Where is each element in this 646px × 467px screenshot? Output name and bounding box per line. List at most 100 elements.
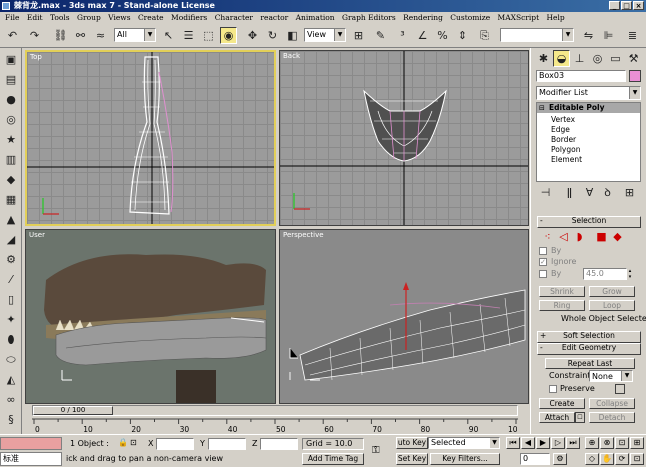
menu-character[interactable]: Character bbox=[215, 13, 253, 22]
angle-spinner-field[interactable]: 45.0 bbox=[583, 268, 627, 280]
current-frame-field[interactable]: 0 bbox=[520, 453, 550, 465]
create-torus-knot-icon[interactable]: ∞ bbox=[3, 392, 19, 408]
track-bar[interactable]: 0 10 20 30 40 50 60 70 80 90 100 bbox=[32, 417, 518, 433]
field-of-view-icon[interactable]: ◇ bbox=[585, 453, 599, 465]
ring-button[interactable]: Ring bbox=[539, 300, 585, 311]
create-hedra-icon[interactable]: ✦ bbox=[3, 312, 19, 328]
menu-animation[interactable]: Animation bbox=[296, 13, 335, 22]
modify-tab-icon[interactable]: ◒ bbox=[553, 50, 570, 67]
edge-mode-icon[interactable]: ◁ bbox=[555, 228, 572, 245]
time-slider-thumb[interactable]: 0 / 100 bbox=[33, 406, 113, 415]
create-spindle-icon[interactable]: ⬭ bbox=[3, 352, 19, 368]
angle-spinner-arrows-icon[interactable]: ▴ ▾ bbox=[627, 268, 633, 280]
object-color-swatch[interactable] bbox=[629, 70, 641, 82]
x-coordinate-field[interactable] bbox=[156, 438, 194, 450]
motion-tab-icon[interactable]: ◎ bbox=[589, 50, 606, 67]
create-cone-icon[interactable]: ◢ bbox=[3, 232, 19, 248]
angle-snap-icon[interactable]: ∠ bbox=[414, 27, 431, 44]
menu-views[interactable]: Views bbox=[108, 13, 130, 22]
create-stack-icon[interactable]: ▦ bbox=[3, 192, 19, 208]
collapse-button[interactable]: Collapse bbox=[589, 398, 635, 409]
stack-item-border[interactable]: Border bbox=[551, 135, 576, 144]
absolute-mode-icon[interactable]: ⊡ bbox=[130, 438, 137, 447]
viewport-label-back[interactable]: Back bbox=[283, 52, 300, 60]
create-tab-icon[interactable]: ✱ bbox=[535, 50, 552, 67]
mirror-icon[interactable]: ⇋ bbox=[580, 27, 597, 44]
window-crossing-icon[interactable]: ◉ bbox=[220, 27, 237, 44]
spinner-snap-icon[interactable]: ⇕ bbox=[454, 27, 471, 44]
menu-maxscript[interactable]: MAXScript bbox=[498, 13, 540, 22]
select-and-link-icon[interactable]: ⛓ bbox=[52, 27, 69, 44]
shrink-button[interactable]: Shrink bbox=[539, 286, 585, 297]
menu-rendering[interactable]: Rendering bbox=[403, 13, 443, 22]
minimize-button[interactable]: _ bbox=[609, 1, 620, 10]
create-pyramid-icon[interactable]: ▲ bbox=[3, 212, 19, 228]
pivot-center-icon[interactable]: ⊞ bbox=[350, 27, 367, 44]
y-coordinate-field[interactable] bbox=[208, 438, 246, 450]
create-tube-icon[interactable]: ▯ bbox=[3, 292, 19, 308]
edit-geometry-rollout-header[interactable]: - Edit Geometry bbox=[537, 343, 641, 355]
add-time-tag-button[interactable]: Add Time Tag bbox=[302, 453, 364, 465]
element-mode-icon[interactable]: ◆ bbox=[609, 228, 626, 245]
pin-stack-icon[interactable]: ⊣ bbox=[537, 184, 554, 201]
display-tab-icon[interactable]: ▭ bbox=[607, 50, 624, 67]
menu-create[interactable]: Create bbox=[138, 13, 164, 22]
menu-group[interactable]: Group bbox=[77, 13, 101, 22]
align-icon[interactable]: ⊫ bbox=[600, 27, 617, 44]
repeat-last-button[interactable]: Repeat Last bbox=[545, 358, 635, 369]
create-torus-icon[interactable]: ◎ bbox=[3, 112, 19, 128]
preserve-uvs-checkbox[interactable] bbox=[549, 385, 557, 393]
redo-icon[interactable]: ↷ bbox=[26, 27, 43, 44]
menu-modifiers[interactable]: Modifiers bbox=[171, 13, 207, 22]
percent-snap-icon[interactable]: % bbox=[434, 27, 451, 44]
vertex-mode-icon[interactable]: ⁖ bbox=[539, 228, 556, 245]
named-selection-sets-dropdown[interactable]: ▼ bbox=[500, 28, 574, 42]
create-line-icon[interactable]: ⁄ bbox=[3, 272, 19, 288]
edit-named-selection-icon[interactable]: ⎘ bbox=[476, 27, 493, 44]
snap-toggle-icon[interactable]: ³ bbox=[394, 27, 411, 44]
selection-rollout-header[interactable]: - Selection bbox=[537, 216, 641, 228]
menu-reactor[interactable]: reactor bbox=[260, 13, 288, 22]
go-to-start-icon[interactable]: ⏮ bbox=[506, 437, 520, 449]
loop-button[interactable]: Loop bbox=[589, 300, 635, 311]
menu-file[interactable]: File bbox=[5, 13, 19, 22]
menu-help[interactable]: Help bbox=[547, 13, 565, 22]
object-name-field[interactable]: Box03 bbox=[536, 70, 626, 82]
move-icon[interactable]: ✥ bbox=[244, 27, 261, 44]
close-button[interactable]: × bbox=[633, 1, 644, 10]
select-object-icon[interactable]: ↖ bbox=[160, 27, 177, 44]
previous-frame-icon[interactable]: ◀ bbox=[521, 437, 535, 449]
key-mode-dropdown[interactable]: Selected ▼ bbox=[428, 437, 500, 449]
viewport-label-perspective[interactable]: Perspective bbox=[283, 231, 324, 239]
time-config-icon[interactable]: ⚙ bbox=[553, 453, 567, 465]
set-key-button[interactable]: Set Key bbox=[396, 453, 428, 465]
create-cylinder-icon[interactable]: ▤ bbox=[3, 72, 19, 88]
create-sphere-icon[interactable]: ● bbox=[3, 92, 19, 108]
arc-rotate-icon[interactable]: ⟳ bbox=[615, 453, 629, 465]
unlink-icon[interactable]: ⚯ bbox=[72, 27, 89, 44]
viewport-perspective[interactable]: Perspective bbox=[279, 229, 529, 404]
maximize-button[interactable]: □ bbox=[621, 1, 632, 10]
hierarchy-tab-icon[interactable]: ⊥ bbox=[571, 50, 588, 67]
menu-customize[interactable]: Customize bbox=[450, 13, 490, 22]
bind-space-warp-icon[interactable]: ≈ bbox=[92, 27, 109, 44]
create-helix-icon[interactable]: § bbox=[3, 412, 19, 428]
modifier-list-dropdown[interactable]: Modifier List ▼ bbox=[536, 86, 641, 100]
create-button[interactable]: Create bbox=[539, 398, 585, 409]
create-box-icon[interactable]: ▣ bbox=[3, 52, 19, 68]
menu-edit[interactable]: Edit bbox=[27, 13, 43, 22]
selection-lock-icon[interactable]: 🔒 bbox=[118, 438, 128, 447]
maxscript-listener-mini[interactable] bbox=[0, 437, 62, 450]
auto-key-button[interactable]: uto Key bbox=[396, 437, 428, 449]
key-filters-button[interactable]: Key Filters... bbox=[430, 453, 500, 465]
go-to-end-icon[interactable]: ⏭ bbox=[566, 437, 580, 449]
layer-manager-icon[interactable]: ≣ bbox=[624, 27, 641, 44]
key-icon[interactable]: ⚿ bbox=[372, 445, 380, 456]
menu-graph-editors[interactable]: Graph Editors bbox=[342, 13, 396, 22]
by-vertex-checkbox[interactable] bbox=[539, 247, 547, 255]
create-plane-icon[interactable]: ▥ bbox=[3, 152, 19, 168]
select-by-name-icon[interactable]: ☰ bbox=[180, 27, 197, 44]
rotate-icon[interactable]: ↻ bbox=[264, 27, 281, 44]
polygon-mode-icon[interactable]: ■ bbox=[593, 228, 610, 245]
play-icon[interactable]: ▶ bbox=[536, 437, 550, 449]
